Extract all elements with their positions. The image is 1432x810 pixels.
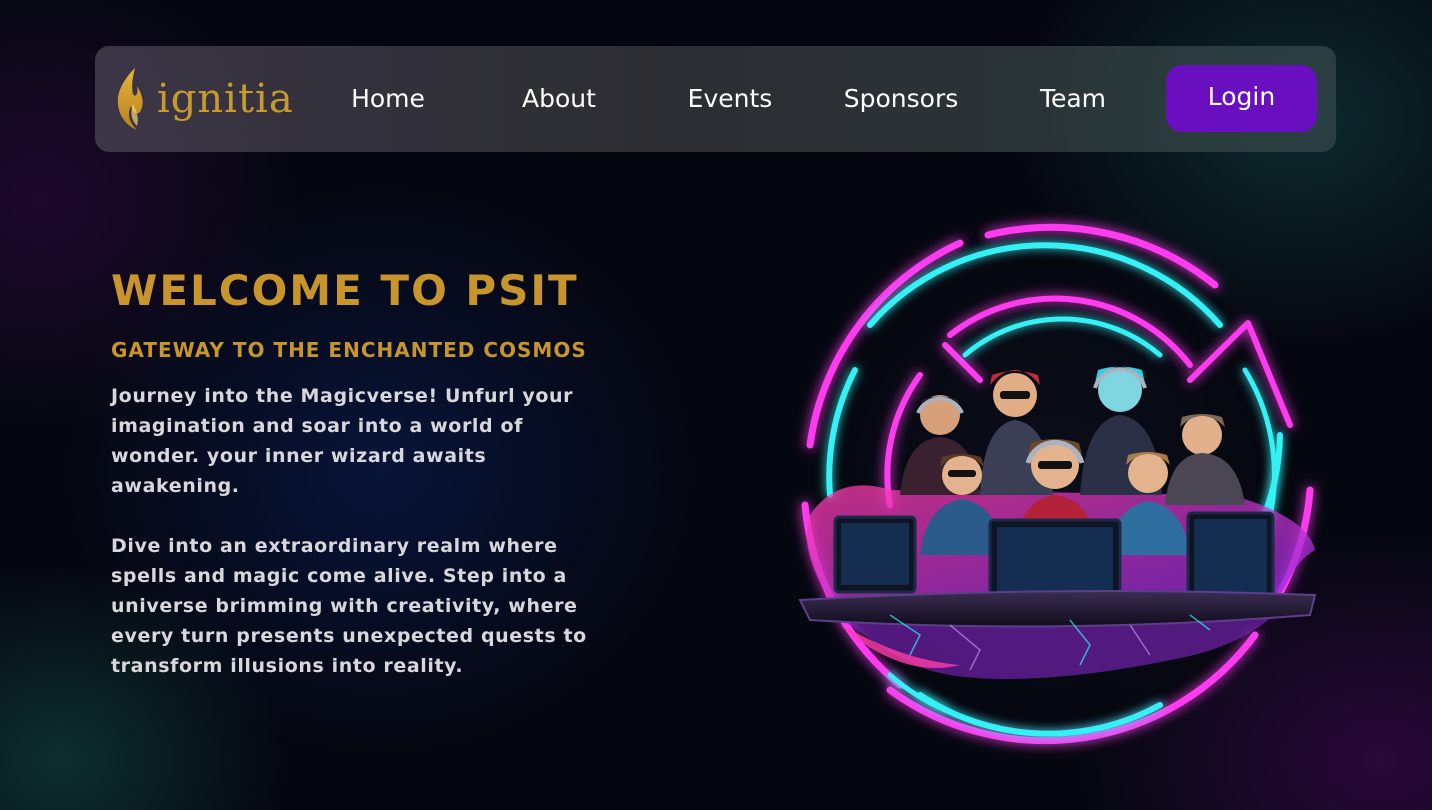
brand-logo-text: ignitia <box>157 76 294 122</box>
navbar: ignitia Home About Events Sponsors Team … <box>95 46 1336 152</box>
hero-paragraph-2: Dive into an extraordinary realm where s… <box>111 535 587 677</box>
login-button[interactable]: Login <box>1166 65 1317 132</box>
nav-home[interactable]: Home <box>351 46 425 152</box>
neon-gamers-illustration <box>770 205 1330 760</box>
hero-subtitle: GATEWAY TO THE ENCHANTED COSMOS <box>111 338 587 362</box>
brand-logo[interactable]: ignitia <box>113 64 295 134</box>
nav-team[interactable]: Team <box>1040 46 1106 152</box>
hero-paragraph-1: Journey into the Magicverse! Unfurl your… <box>111 385 574 497</box>
nav-about[interactable]: About <box>522 46 596 152</box>
flame-icon <box>113 64 153 134</box>
nav-sponsors[interactable]: Sponsors <box>844 46 959 152</box>
nav-events[interactable]: Events <box>688 46 773 152</box>
hero-title: WELCOME TO PSIT <box>111 266 579 315</box>
